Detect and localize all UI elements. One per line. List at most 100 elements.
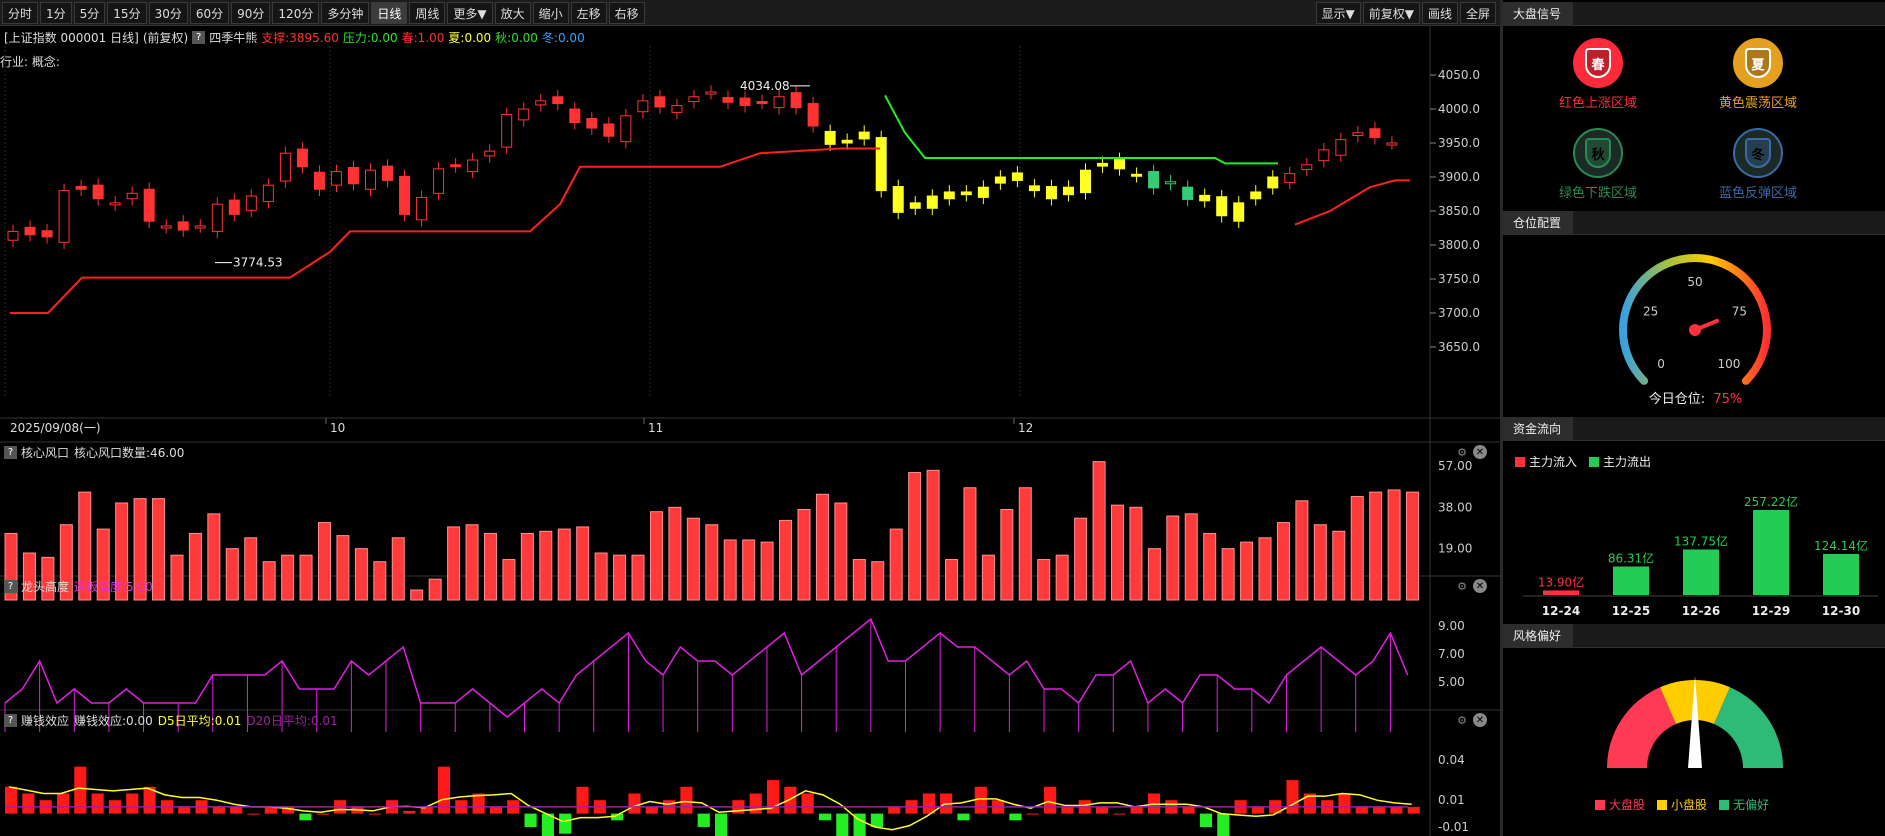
panel3-bar <box>1113 813 1126 815</box>
signal-title[interactable]: 大盘信号 <box>1503 2 1574 26</box>
signal-char: 秋 <box>1591 147 1605 163</box>
panel2-name: 龙头高度 <box>21 579 70 594</box>
period-button-11[interactable]: 更多▼ <box>447 1 493 24</box>
today-position: 今日仓位: 75% <box>1503 388 1885 407</box>
candlestick <box>909 202 921 209</box>
candlestick <box>228 199 240 215</box>
help-icon[interactable]: ? <box>4 445 17 459</box>
gear-icon[interactable]: ⚙ <box>1455 579 1469 593</box>
signal-0: 春 红色上涨区域 <box>1513 38 1683 111</box>
panel3-bar <box>974 786 987 814</box>
candlestick <box>143 188 155 222</box>
candlestick <box>807 103 819 127</box>
help-icon[interactable]: ? <box>4 713 17 727</box>
signal-circle-icon: 春 <box>1573 38 1623 88</box>
panel3-bar <box>1061 806 1074 814</box>
panel3-title: ? 赚钱效应 赚钱效应:0.00 D5日平均:0.01 D20日平均:0.01 … <box>0 711 1500 729</box>
shield-icon: 秋 <box>1585 138 1611 168</box>
period-button-5[interactable]: 60分 <box>189 1 230 24</box>
period-button-0[interactable]: 分时 <box>2 1 39 24</box>
signal-circle-icon: 冬 <box>1733 128 1783 178</box>
panel3-bar <box>1009 813 1022 821</box>
period-button-7[interactable]: 120分 <box>272 1 320 24</box>
shield-icon: 冬 <box>1745 138 1771 168</box>
candlestick <box>688 96 700 103</box>
period-button-8[interactable]: 多分钟 <box>321 1 370 24</box>
candlestick <box>518 108 530 121</box>
period-button-13[interactable]: 缩小 <box>532 1 569 24</box>
candlestick <box>1216 196 1228 217</box>
panel2-title: ? 龙头高度 连板高度:5.00 ⚙ ✕ <box>0 577 1500 595</box>
gear-icon[interactable]: ⚙ <box>1455 445 1469 459</box>
period-button-4[interactable]: 30分 <box>148 1 188 24</box>
period-button-14[interactable]: 左移 <box>570 1 607 24</box>
candlestick <box>620 115 632 143</box>
period-button-6[interactable]: 90分 <box>231 1 271 24</box>
panel3-tick: 0.04 <box>1438 753 1465 767</box>
period-toolbar: 分时 1分 5分 15分 30分 60分 90分 120分 多分钟 日线 周线 更多▼ 放大 缩小 左移 右移… <box>0 0 1500 26</box>
panel3-bar <box>91 793 104 814</box>
candlestick <box>41 230 53 238</box>
candlestick <box>92 184 104 200</box>
signal-2: 秋 绿色下跌区域 <box>1513 128 1683 201</box>
period-button-15[interactable]: 右移 <box>608 1 645 24</box>
toolbar-right-button-3[interactable]: 全屏 <box>1459 2 1496 24</box>
flow-title[interactable]: 资金流向 <box>1503 417 1574 441</box>
close-icon[interactable]: ✕ <box>1473 445 1487 459</box>
period-button-10[interactable]: 周线 <box>409 1 446 24</box>
flow-bar <box>1613 566 1649 595</box>
panel3-bar <box>212 806 225 814</box>
period-button-3[interactable]: 15分 <box>107 1 147 24</box>
candlestick <box>943 191 955 200</box>
capital-flow-chart: 13.90亿 12-24 86.31亿 12-25 137.75亿 12-26 257.22… <box>1523 494 1878 618</box>
period-button-9[interactable]: 日线 <box>371 1 408 24</box>
period-button-1[interactable]: 1分 <box>40 1 72 24</box>
panel1-title: ? 核心风口 核心风口数量:46.00 ⚙ ✕ <box>0 443 1500 461</box>
toolbar-right-button-1[interactable]: 前复权▼ <box>1362 2 1420 24</box>
panel3-bar <box>230 806 243 814</box>
candlestick <box>1148 171 1160 189</box>
panel3-bar <box>1130 806 1143 814</box>
period-button-12[interactable]: 放大 <box>494 1 531 24</box>
style-title[interactable]: 风格偏好 <box>1503 624 1574 648</box>
flow-header: 资金流向 <box>1503 417 1885 441</box>
candlestick <box>875 137 887 192</box>
panel3-bar <box>403 810 416 814</box>
candlestick <box>1097 162 1109 167</box>
toolbar-right-button-2[interactable]: 画线 <box>1421 2 1458 24</box>
toolbar-right-button-0[interactable]: 显示▼ <box>1315 2 1361 24</box>
y-tick-label: 3850.0 <box>1438 204 1480 218</box>
candlestick <box>211 203 223 232</box>
panel3-bar <box>818 813 832 821</box>
low-price-label: 3774.53 <box>233 256 283 270</box>
signal-label: 绿色下跌区域 <box>1558 186 1637 201</box>
close-icon[interactable]: ✕ <box>1473 713 1487 727</box>
candlestick <box>722 96 734 103</box>
panel2-tick: 5.00 <box>1438 675 1465 689</box>
candlestick <box>1114 158 1126 170</box>
candlestick <box>773 96 785 109</box>
candlestick <box>1318 149 1330 162</box>
panel3-bar <box>1199 813 1212 827</box>
panel3-bar <box>5 786 18 814</box>
close-icon[interactable]: ✕ <box>1473 579 1487 593</box>
panel3-bar <box>749 793 762 814</box>
panel3-bar <box>888 806 901 814</box>
candlestick <box>926 195 938 209</box>
flow-legend-out: 主力流出 <box>1603 455 1652 469</box>
gear-icon[interactable]: ⚙ <box>1455 713 1469 727</box>
candlestick <box>1011 172 1023 181</box>
period-button-2[interactable]: 5分 <box>73 1 106 24</box>
panel1-name: 核心风口 <box>21 445 70 460</box>
candlestick <box>739 97 751 107</box>
panel3-bar <box>1355 806 1368 814</box>
panel1-tick: 57.00 <box>1438 459 1472 473</box>
candlestick <box>1267 176 1279 189</box>
help-icon[interactable]: ? <box>4 579 17 593</box>
candlestick <box>586 118 598 129</box>
signal-label: 黄色震荡区域 <box>1718 96 1797 111</box>
candlestick <box>433 168 445 194</box>
position-title[interactable]: 仓位配置 <box>1503 211 1574 235</box>
panel3-bar <box>1217 813 1230 836</box>
today-value: 75% <box>1713 392 1743 407</box>
